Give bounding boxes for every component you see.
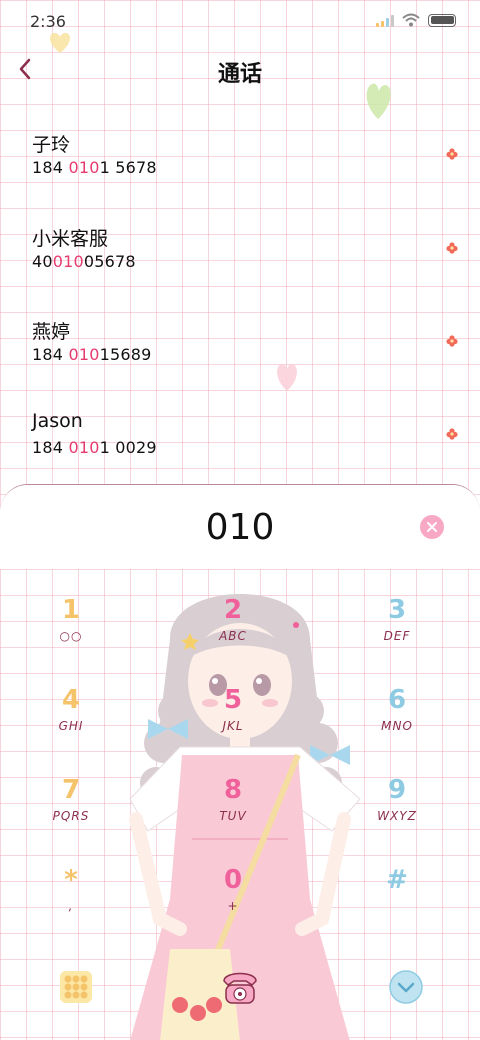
contact-name: 子玲	[32, 134, 71, 156]
key-7[interactable]: 7 PQRS	[16, 775, 126, 855]
key-4[interactable]: 4 GHI	[16, 685, 126, 765]
key-8[interactable]: 8 TUV	[178, 775, 288, 855]
key-digit: 2	[223, 595, 243, 625]
key-digit: 8	[223, 775, 243, 805]
key-6[interactable]: 6 MNO	[342, 685, 452, 765]
key-letters: PQRS	[52, 809, 90, 823]
page-title: 通话	[217, 62, 262, 87]
key-letters: TUV	[219, 809, 247, 823]
key-3[interactable]: 3 DEF	[342, 595, 452, 675]
flower-icon	[446, 242, 458, 254]
telephone-icon	[223, 972, 257, 1004]
key-letters: MNO	[381, 719, 413, 733]
header: 通话	[0, 40, 480, 100]
contact-number: 184 0101 5678	[32, 158, 157, 177]
keypad-toggle-button[interactable]	[58, 969, 94, 1005]
key-letters: DEF	[383, 629, 411, 643]
number-display: 010	[0, 485, 480, 569]
collapse-button[interactable]	[388, 969, 424, 1005]
grid-keypad-icon	[60, 971, 92, 1003]
flower-icon	[446, 148, 458, 160]
key-letters: ○○	[59, 629, 83, 643]
key-digit: #	[386, 865, 408, 895]
key-digit: 5	[223, 685, 243, 715]
key-9[interactable]: 9 WXYZ	[342, 775, 452, 855]
contact-number: 184 01015689	[32, 345, 152, 364]
wifi-icon	[402, 13, 420, 27]
contact-item[interactable]: 子玲 184 0101 5678	[0, 130, 480, 210]
key-digit: 3	[387, 595, 407, 625]
key-digit: *	[64, 865, 78, 895]
key-star[interactable]: * ,	[16, 865, 126, 945]
dialed-number: 010	[205, 507, 275, 548]
key-letters: GHI	[58, 719, 84, 733]
key-letters: +	[227, 899, 239, 913]
status-icons	[376, 13, 456, 27]
contact-number: 4001005678	[32, 252, 136, 271]
flower-icon	[446, 335, 458, 347]
contact-item[interactable]: 小米客服 4001005678	[0, 224, 480, 304]
key-letters: WXYZ	[377, 809, 417, 823]
key-digit: 6	[387, 685, 407, 715]
key-letters: ABC	[219, 629, 247, 643]
key-digit: 4	[61, 685, 81, 715]
contact-item[interactable]: Jason 184 0101 0029	[0, 410, 480, 490]
contact-name: Jason	[32, 410, 83, 432]
contact-number: 184 0101 0029	[32, 438, 157, 457]
key-digit: 0	[223, 865, 243, 895]
clear-button[interactable]	[420, 515, 444, 539]
flower-icon	[446, 428, 458, 440]
key-letters: JKL	[222, 719, 244, 733]
battery-icon	[428, 13, 456, 27]
chevron-down-icon	[389, 970, 423, 1004]
key-hash[interactable]: #	[342, 865, 452, 945]
close-icon	[427, 522, 437, 532]
key-0[interactable]: 0 +	[178, 865, 288, 945]
dial-panel: 010 1 ○○ 2 ABC 3 DEF 4 GHI 5 JKL 6 MNO 7…	[0, 484, 480, 1040]
signal-icon	[376, 14, 394, 27]
contact-name: 燕婷	[32, 321, 71, 343]
key-digit: 7	[61, 775, 81, 805]
key-digit: 9	[387, 775, 407, 805]
key-5[interactable]: 5 JKL	[178, 685, 288, 765]
key-1[interactable]: 1 ○○	[16, 595, 126, 675]
contact-name: 小米客服	[32, 228, 109, 250]
key-letters: ,	[68, 899, 74, 913]
key-2[interactable]: 2 ABC	[178, 595, 288, 675]
call-button[interactable]	[220, 963, 260, 1007]
key-digit: 1	[61, 595, 81, 625]
contact-item[interactable]: 燕婷 184 01015689	[0, 317, 480, 397]
